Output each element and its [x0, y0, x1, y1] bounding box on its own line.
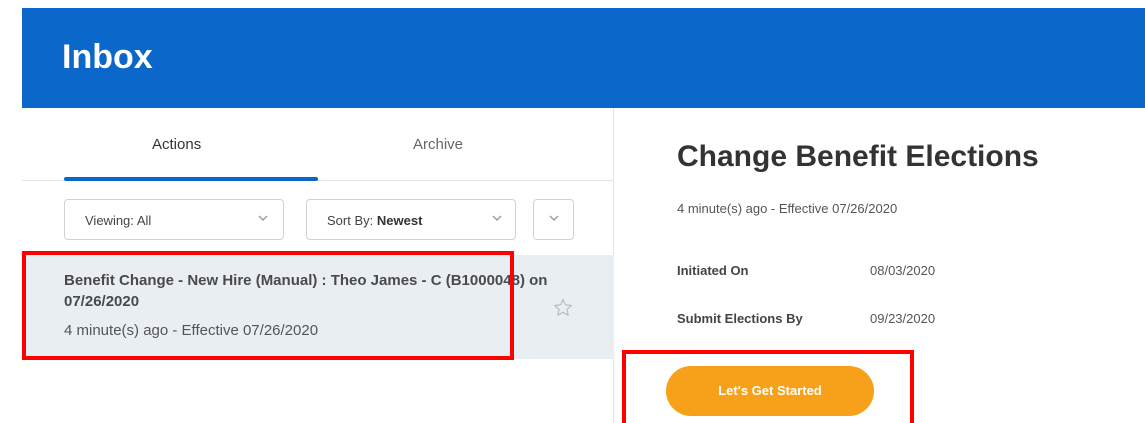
- chevron-down-icon: [492, 215, 502, 221]
- star-outline-icon[interactable]: [552, 297, 574, 319]
- initiated-on-label: Initiated On: [677, 263, 749, 278]
- sort-filter-text: Sort By: Newest: [327, 213, 422, 228]
- detail-subtitle: 4 minute(s) ago - Effective 07/26/2020: [677, 201, 898, 216]
- inbox-list-pane: Actions Archive Viewing: All Sort By: Ne…: [22, 108, 614, 423]
- inbox-item-subtitle: 4 minute(s) ago - Effective 07/26/2020: [64, 322, 319, 339]
- sort-filter-value: Newest: [376, 213, 423, 228]
- submit-elections-by-value: 09/23/2020: [870, 311, 936, 326]
- detail-pane: Change Benefit Elections 4 minute(s) ago…: [615, 108, 1145, 423]
- tab-actions[interactable]: Actions: [152, 136, 201, 153]
- lets-get-started-button[interactable]: Let's Get Started: [666, 366, 874, 416]
- inbox-header: Inbox: [22, 8, 1145, 108]
- tab-archive[interactable]: Archive: [413, 136, 463, 153]
- page-title: Inbox: [62, 38, 153, 76]
- viewing-filter-value: All: [136, 213, 152, 228]
- inbox-list-item[interactable]: Benefit Change - New Hire (Manual) : The…: [22, 255, 614, 359]
- viewing-filter-label: Viewing:: [85, 213, 134, 228]
- chevron-down-icon: [549, 215, 559, 221]
- sort-by-dropdown[interactable]: Sort By: Newest: [306, 199, 516, 240]
- viewing-filter-text: Viewing: All: [85, 213, 151, 228]
- detail-title: Change Benefit Elections: [677, 140, 1039, 173]
- chevron-down-icon: [258, 215, 268, 221]
- submit-elections-by-label: Submit Elections By: [677, 311, 803, 326]
- more-options-dropdown[interactable]: [533, 199, 574, 240]
- viewing-filter-dropdown[interactable]: Viewing: All: [64, 199, 284, 240]
- active-tab-indicator: [64, 177, 318, 181]
- initiated-on-value: 08/03/2020: [870, 263, 936, 278]
- inbox-tabs: Actions Archive: [22, 108, 614, 181]
- inbox-item-title: Benefit Change - New Hire (Manual) : The…: [64, 272, 548, 310]
- sort-filter-label: Sort By:: [327, 213, 374, 228]
